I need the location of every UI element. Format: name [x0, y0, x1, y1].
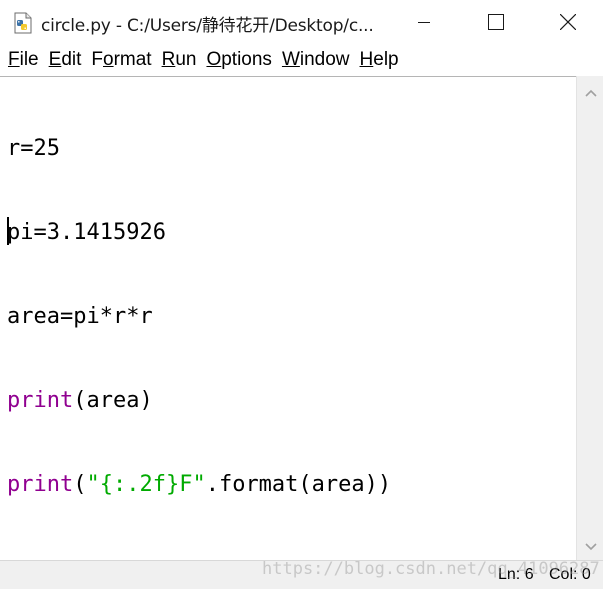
minimize-button[interactable]: [401, 0, 447, 44]
python-file-icon: [12, 12, 34, 34]
menu-help[interactable]: Help: [356, 49, 403, 71]
maximize-button[interactable]: [473, 0, 519, 44]
menu-run[interactable]: Run: [158, 49, 201, 71]
menu-format[interactable]: Format: [87, 49, 155, 71]
status-line-number: Ln: 6: [498, 566, 534, 583]
code-line: print(area): [7, 388, 153, 413]
code-line: area=pi*r*r: [7, 304, 153, 329]
menu-window[interactable]: Window: [278, 49, 354, 71]
string-token: "{:.2f}F": [86, 472, 206, 497]
code-line: r=25: [7, 136, 60, 161]
title-bar[interactable]: circle.py - C:/Users/静待花开/Desktop/c...: [0, 0, 603, 44]
code-line: pi=3.1415926: [7, 220, 166, 245]
keyword-token: print: [7, 388, 74, 413]
code-editor[interactable]: r=25 pi=3.1415926 area=pi*r*r print(area…: [0, 76, 576, 560]
menu-file[interactable]: File: [4, 49, 43, 71]
status-bar: Ln: 6 Col: 0: [0, 560, 603, 589]
scroll-up-button[interactable]: [577, 80, 603, 102]
close-icon: [560, 14, 576, 30]
code-line: print("{:.2f}F".format(area)): [7, 472, 392, 497]
menu-edit[interactable]: Edit: [45, 49, 86, 71]
window-title: circle.py - C:/Users/静待花开/Desktop/c...: [41, 16, 374, 36]
text-caret: [7, 217, 9, 245]
vertical-scrollbar[interactable]: [576, 76, 603, 560]
scroll-down-button[interactable]: [577, 534, 603, 556]
keyword-token: print: [7, 472, 74, 497]
minimize-icon: [418, 16, 430, 28]
chevron-up-icon: [584, 82, 597, 101]
menu-bar: File Edit Format Run Options Window Help: [0, 44, 603, 76]
code-text: r=25 pi=3.1415926 area=pi*r*r print(area…: [7, 79, 391, 555]
menu-options[interactable]: Options: [202, 49, 275, 71]
idle-editor-window: circle.py - C:/Users/静待花开/Desktop/c... F…: [0, 0, 603, 589]
status-column-number: Col: 0: [549, 566, 591, 583]
chevron-down-icon: [584, 536, 597, 555]
maximize-icon: [488, 14, 504, 30]
close-button[interactable]: [545, 0, 591, 44]
